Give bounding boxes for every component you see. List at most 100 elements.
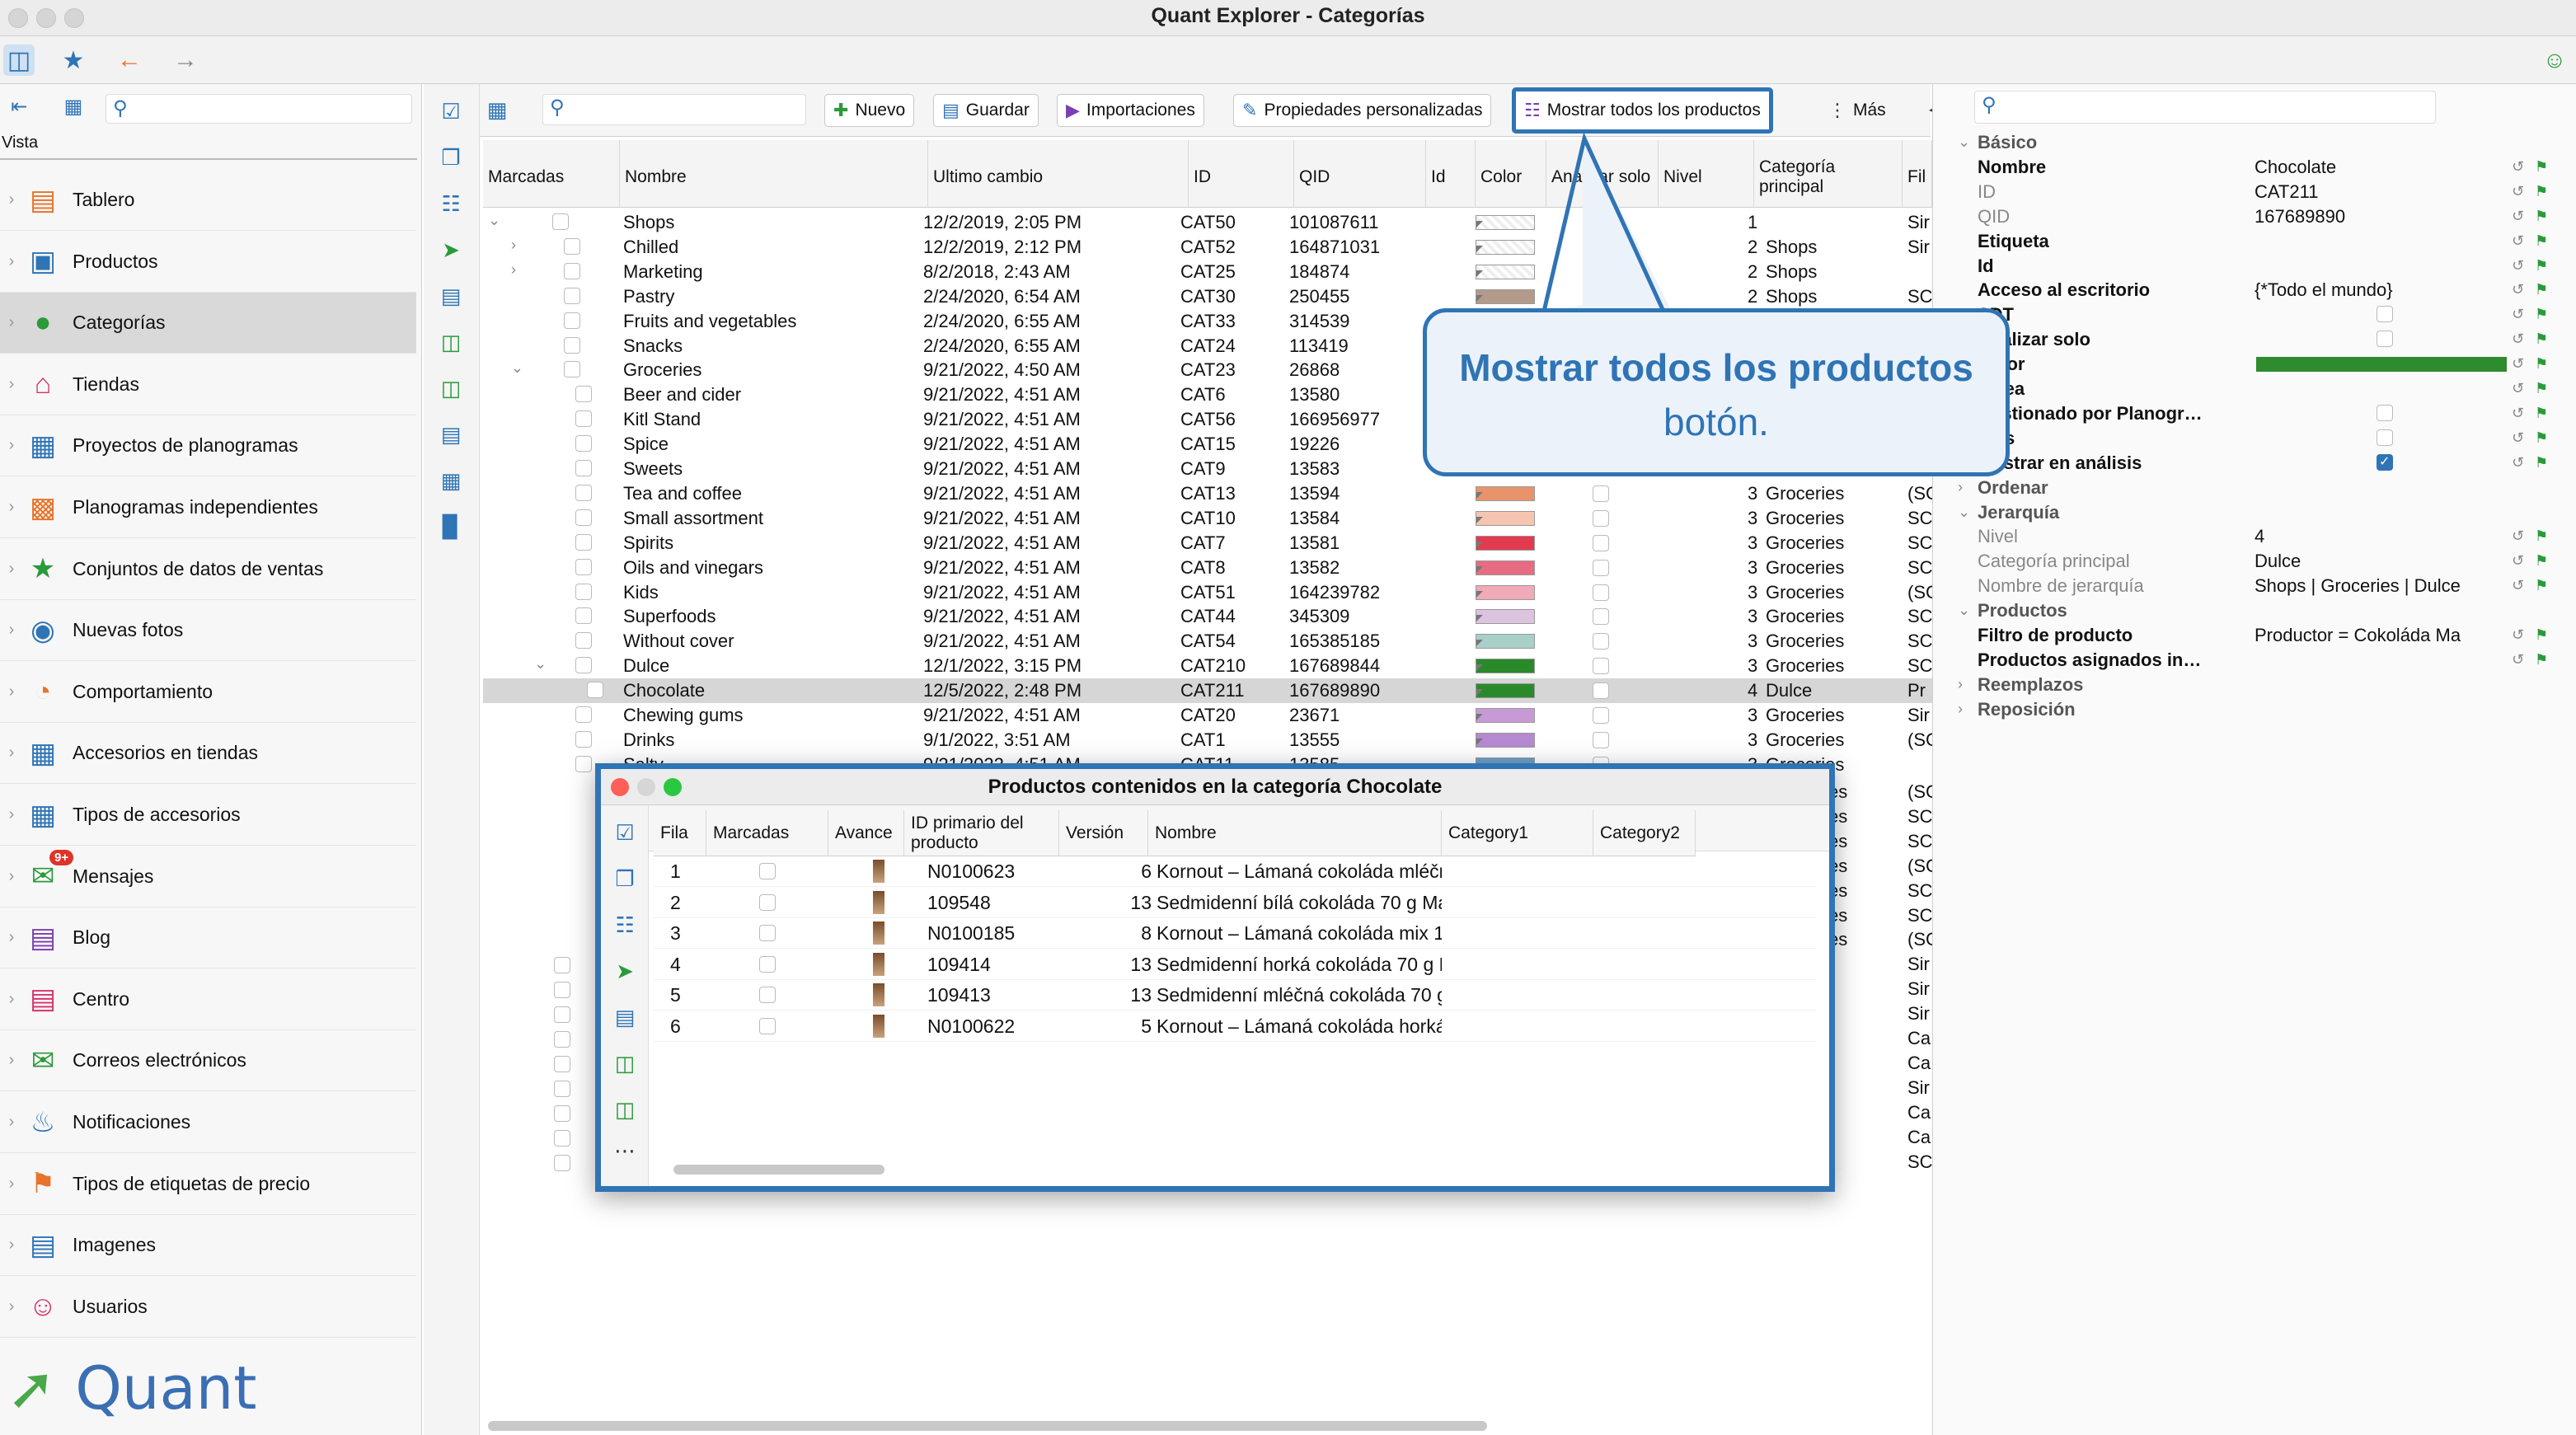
table-row[interactable]: Superfoods 9/21/2022, 4:51 AM CAT44 345309 3… [483, 604, 1932, 629]
chevron-right-icon[interactable]: › [1958, 701, 1963, 718]
color-swatch[interactable] [1476, 634, 1535, 650]
chevron-right-icon[interactable]: › [0, 621, 23, 640]
color-swatch[interactable] [1476, 215, 1535, 230]
color-swatch[interactable] [1476, 609, 1535, 625]
row-checkbox[interactable] [575, 657, 592, 674]
color-swatch[interactable] [1476, 239, 1535, 255]
property-section[interactable]: › Ordenar [1933, 476, 2576, 500]
property-row[interactable]: Mostrar en análisis ↺ ⚑ ✓ [1933, 451, 2576, 476]
chevron-down-icon[interactable]: ⌄ [511, 359, 523, 377]
grid-horizontal-scrollbar[interactable] [488, 1421, 1487, 1431]
pin-icon[interactable]: ⚑ [2535, 208, 2548, 225]
row-checkbox[interactable] [564, 361, 580, 378]
product-checkbox[interactable] [759, 893, 776, 911]
sidebar-toggle-icon[interactable]: ◫ [3, 45, 35, 76]
property-row[interactable]: Nombre Chocolate ↺ ⚑ [1933, 155, 2576, 180]
new-button[interactable]: ✚ Nuevo [824, 94, 915, 127]
analyze-only-checkbox[interactable] [1593, 608, 1609, 626]
property-value[interactable]: Chocolate [2255, 157, 2461, 178]
product-row[interactable]: 6 N0100622 5 Kornout – Lámaná cokoláda hork… [654, 1011, 1816, 1042]
reset-icon[interactable]: ↺ [2512, 651, 2524, 668]
property-row[interactable]: Categoría principal Dulce ↺ ⚑ [1933, 549, 2576, 574]
row-checkbox[interactable] [575, 484, 592, 501]
row-checkbox[interactable] [554, 1031, 570, 1048]
pin-icon[interactable]: ⚑ [2535, 651, 2548, 668]
property-section[interactable]: ⌄ Básico [1933, 130, 2576, 155]
row-checkbox[interactable] [575, 706, 592, 723]
column-header[interactable]: Id [1426, 140, 1476, 208]
feedback-smiley-icon[interactable]: ☺ [2539, 45, 2570, 76]
chevron-right-icon[interactable]: › [0, 1175, 23, 1193]
product-checkbox[interactable] [759, 955, 776, 973]
chevron-right-icon[interactable]: › [0, 743, 23, 762]
row-checkbox[interactable] [575, 607, 592, 625]
reset-icon[interactable]: ↺ [2512, 183, 2524, 200]
analyze-only-checkbox[interactable] [1593, 682, 1609, 700]
property-row[interactable]: Tarea↺ ⚑ [1933, 377, 2576, 401]
column-header[interactable]: Categoría principal [1754, 140, 1903, 208]
product-checkbox[interactable] [759, 1017, 776, 1034]
pin-icon[interactable]: ⚑ [2535, 331, 2548, 348]
color-swatch[interactable] [1476, 732, 1535, 748]
row-checkbox[interactable] [554, 1080, 570, 1097]
copy-icon[interactable]: ❐ [435, 142, 467, 173]
color-value-swatch[interactable] [2256, 357, 2507, 373]
pin-icon[interactable]: ⚑ [2535, 405, 2548, 422]
chevron-right-icon[interactable]: › [511, 261, 516, 279]
property-row[interactable]: SDT↺ ⚑ [1933, 302, 2576, 327]
row-checkbox[interactable] [575, 509, 592, 526]
sidebar-item-imagenes[interactable]: › ▤ Imagenes [0, 1215, 416, 1277]
table-row[interactable]: Without cover 9/21/2022, 4:51 AM CAT54 1653… [483, 629, 1932, 654]
modal-close-button[interactable] [611, 778, 629, 796]
row-checkbox[interactable] [554, 1154, 570, 1171]
bar-chart-icon[interactable]: ▉ [435, 511, 467, 542]
back-arrow-icon[interactable]: ← [114, 45, 145, 76]
row-checkbox[interactable] [575, 435, 592, 453]
chevron-right-icon[interactable]: › [0, 805, 23, 824]
product-row[interactable]: 4 109414 13 Sedmidenní horká cokoláda 70 g … [654, 950, 1816, 980]
pointer-tool-icon[interactable]: ➤ [435, 234, 467, 265]
product-checkbox[interactable] [759, 987, 776, 1003]
reset-icon[interactable]: ↺ [2512, 405, 2524, 422]
property-value[interactable]: 167689890 [2255, 206, 2461, 227]
analyze-only-checkbox[interactable] [1593, 509, 1609, 527]
analyze-only-checkbox[interactable] [1593, 559, 1609, 576]
chevron-right-icon[interactable]: › [0, 1236, 23, 1254]
product-row[interactable]: 1 N0100623 6 Kornout – Lámaná cokoláda mléč… [654, 856, 1816, 887]
row-checkbox[interactable] [575, 632, 592, 650]
document-list-icon[interactable]: ▤ [609, 1001, 640, 1033]
analyze-only-checkbox[interactable] [1593, 534, 1609, 551]
chevron-right-icon[interactable]: › [0, 498, 23, 517]
imports-button[interactable]: ▶ Importaciones [1057, 94, 1204, 127]
row-checkbox[interactable] [554, 982, 570, 999]
chevron-right-icon[interactable]: › [0, 990, 23, 1009]
product-row[interactable]: 3 N0100185 8 Kornout – Lámaná cokoláda mix … [654, 918, 1816, 949]
chevron-right-icon[interactable]: › [0, 436, 23, 455]
reset-icon[interactable]: ↺ [2512, 158, 2524, 176]
sidebar-item-blog[interactable]: › ▤ Blog [0, 907, 416, 969]
modal-column-header[interactable]: Versión [1059, 810, 1148, 856]
chevron-right-icon[interactable]: › [0, 190, 23, 209]
row-checkbox[interactable] [575, 583, 592, 600]
property-value[interactable]: Productor = Cokoláda Ma… [2255, 625, 2461, 646]
pin-icon[interactable]: ⚑ [2535, 281, 2548, 298]
row-checkbox[interactable] [564, 336, 580, 354]
color-swatch[interactable] [1476, 288, 1535, 304]
row-checkbox[interactable] [554, 1055, 570, 1072]
category-search-input[interactable]: ⚲ [542, 94, 806, 125]
pin-icon[interactable]: ⚑ [2535, 577, 2548, 594]
excel-export-icon[interactable]: ◫ [435, 326, 467, 358]
excel-import-icon[interactable]: ◫ [609, 1094, 640, 1125]
save-button[interactable]: ▤ Guardar [933, 94, 1039, 127]
chevron-down-icon[interactable]: ⌄ [1958, 504, 1970, 521]
sidebar-item-notificaciones[interactable]: › ♨ Notificaciones [0, 1092, 416, 1153]
pin-icon[interactable]: ⚑ [2535, 158, 2548, 176]
forward-arrow-icon[interactable]: → [170, 45, 201, 76]
pin-icon[interactable]: ⚑ [2535, 355, 2548, 373]
property-checkbox[interactable] [2377, 331, 2393, 348]
row-checkbox[interactable] [552, 213, 569, 230]
row-checkbox[interactable] [564, 287, 580, 304]
custom-properties-button[interactable]: ✎ Propiedades personalizadas [1233, 94, 1492, 127]
pin-icon[interactable]: ⚑ [2535, 429, 2548, 447]
chevron-right-icon[interactable]: › [1958, 479, 1963, 496]
